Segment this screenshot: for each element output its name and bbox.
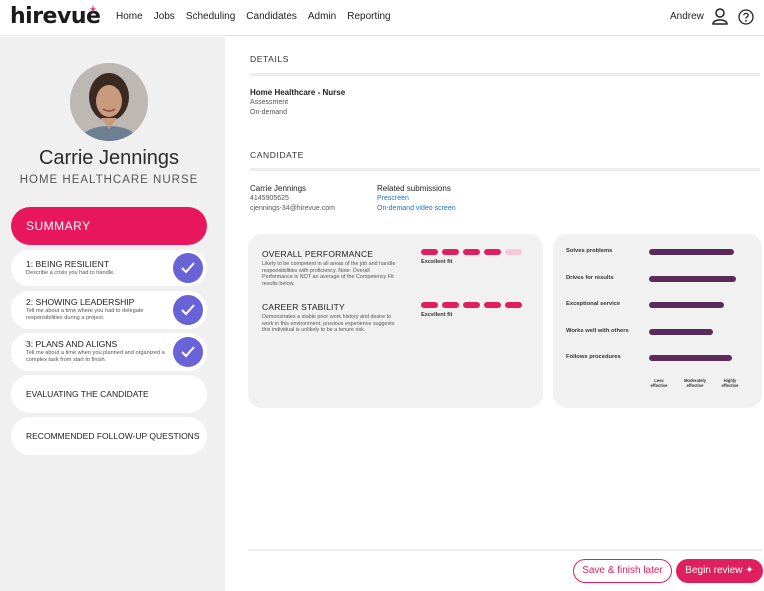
career-stability-description: Demonstrates a stable prior work history…: [262, 314, 395, 334]
nav-jobs[interactable]: Jobs: [154, 11, 175, 22]
question-card-1[interactable]: 1: BEING RESILIENT Describe a crisis you…: [11, 250, 207, 286]
career-fit-label: Excellent fit: [421, 312, 453, 318]
career-stability-title: CAREER STABILITY: [262, 302, 345, 312]
question-title: 2: SHOWING LEADERSHIP: [26, 297, 135, 307]
question-description: Describe a crisis you had to handle.: [26, 270, 115, 276]
rating-dot: [484, 302, 501, 308]
question-title: 1: BEING RESILIENT: [26, 259, 110, 269]
scale-less-effective: Less effective: [650, 378, 668, 388]
candidate-heading: CANDIDATE: [250, 150, 304, 160]
scale-highly-effective: Highly effective: [721, 378, 739, 388]
competency-panel: Solves problems Drives for results Excep…: [553, 234, 762, 408]
summary-button[interactable]: SUMMARY: [11, 207, 207, 245]
competency-label: Drives for results: [566, 275, 614, 281]
divider: [248, 549, 762, 551]
candidate-email: cjennings-34@hirevue.com: [250, 205, 335, 212]
nav-scheduling[interactable]: Scheduling: [186, 11, 235, 22]
question-card-3[interactable]: 3: PLANS AND ALIGNS Tell me about a time…: [11, 333, 207, 371]
nav-home[interactable]: Home: [116, 11, 143, 22]
question-title: 3: PLANS AND ALIGNS: [26, 339, 118, 349]
question-description: Tell me about a time where you had to de…: [26, 308, 144, 321]
performance-panel: OVERALL PERFORMANCE Likely to be compete…: [248, 234, 543, 408]
nav-admin[interactable]: Admin: [308, 11, 336, 22]
rating-dot: [421, 249, 438, 255]
overall-performance-title: OVERALL PERFORMANCE: [262, 249, 374, 259]
completed-check-icon: [173, 337, 203, 367]
candidate-name: Carrie Jennings: [38, 147, 180, 169]
nav-reporting[interactable]: Reporting: [347, 11, 390, 22]
help-icon[interactable]: [738, 9, 754, 25]
save-finish-later-button[interactable]: Save & finish later: [573, 559, 672, 583]
evaluating-candidate-link[interactable]: EVALUATING THE CANDIDATE: [11, 375, 207, 413]
competency-label: Follows procedures: [566, 354, 621, 360]
assessment-mode: On-demand: [250, 109, 287, 116]
logo-star-icon: [89, 5, 97, 13]
hirevue-logo[interactable]: hirevue: [10, 4, 101, 29]
assessment-type: Assessment: [250, 99, 289, 106]
job-title: Home Healthcare - Nurse: [250, 88, 346, 97]
completed-check-icon: [173, 295, 203, 325]
details-heading: DETAILS: [250, 54, 289, 64]
competency-label: Exceptional service: [566, 301, 621, 307]
candidate-role: HOME HEALTHCARE NURSE: [19, 174, 199, 186]
prescreen-link[interactable]: Prescreen: [377, 195, 409, 202]
rating-dot: [484, 249, 501, 255]
candidate-phone: 4145905625: [250, 195, 289, 202]
begin-review-button[interactable]: Begin review ✦: [676, 559, 763, 583]
overall-performance-description: Likely to be competent in all areas of t…: [262, 261, 396, 287]
rating-dot: [463, 302, 480, 308]
video-screen-link[interactable]: On-demand video screen: [377, 205, 456, 212]
candidate-info-name: Carrie Jennings: [250, 184, 307, 193]
question-description: Tell me about a time when you planned an…: [26, 350, 165, 363]
main-content: DETAILS Home Healthcare - Nurse Assessme…: [225, 37, 764, 591]
rating-dot: [442, 249, 459, 255]
competency-bar: [649, 276, 736, 282]
user-name[interactable]: Andrew: [670, 11, 704, 22]
rating-dot: [505, 302, 522, 308]
overall-fit-label: Excellent fit: [421, 259, 453, 265]
competency-bar: [649, 329, 713, 335]
main-nav: Home Jobs Scheduling Candidates Admin Re…: [116, 11, 391, 22]
divider: [250, 73, 760, 76]
rating-dot: [463, 249, 480, 255]
career-stability-rating: [421, 302, 522, 308]
scale-moderately-effective: Moderately effective: [683, 378, 707, 388]
completed-check-icon: [173, 253, 203, 283]
competency-bar: [649, 355, 732, 361]
competency-label: Works well with others: [566, 328, 629, 334]
rating-dot: [442, 302, 459, 308]
rating-dot: [421, 302, 438, 308]
question-card-2[interactable]: 2: SHOWING LEADERSHIP Tell me about a ti…: [11, 291, 207, 329]
divider: [250, 168, 760, 171]
competency-bar: [649, 249, 734, 255]
sidebar: Carrie Jennings HOME HEALTHCARE NURSE SU…: [0, 37, 225, 591]
nav-candidates[interactable]: Candidates: [246, 11, 297, 22]
competency-bar: [649, 302, 724, 308]
rating-dot: [505, 249, 522, 255]
avatar: [70, 63, 148, 141]
related-submissions-heading: Related submissions: [377, 184, 451, 193]
overall-performance-rating: [421, 249, 522, 255]
user-icon[interactable]: [712, 8, 728, 25]
competency-label: Solves problems: [566, 248, 613, 254]
avatar-portrait: [70, 63, 148, 141]
top-navigation-bar: hirevue Home Jobs Scheduling Candidates …: [0, 0, 764, 36]
follow-up-questions-link[interactable]: RECOMMENDED FOLLOW-UP QUESTIONS: [11, 417, 207, 455]
